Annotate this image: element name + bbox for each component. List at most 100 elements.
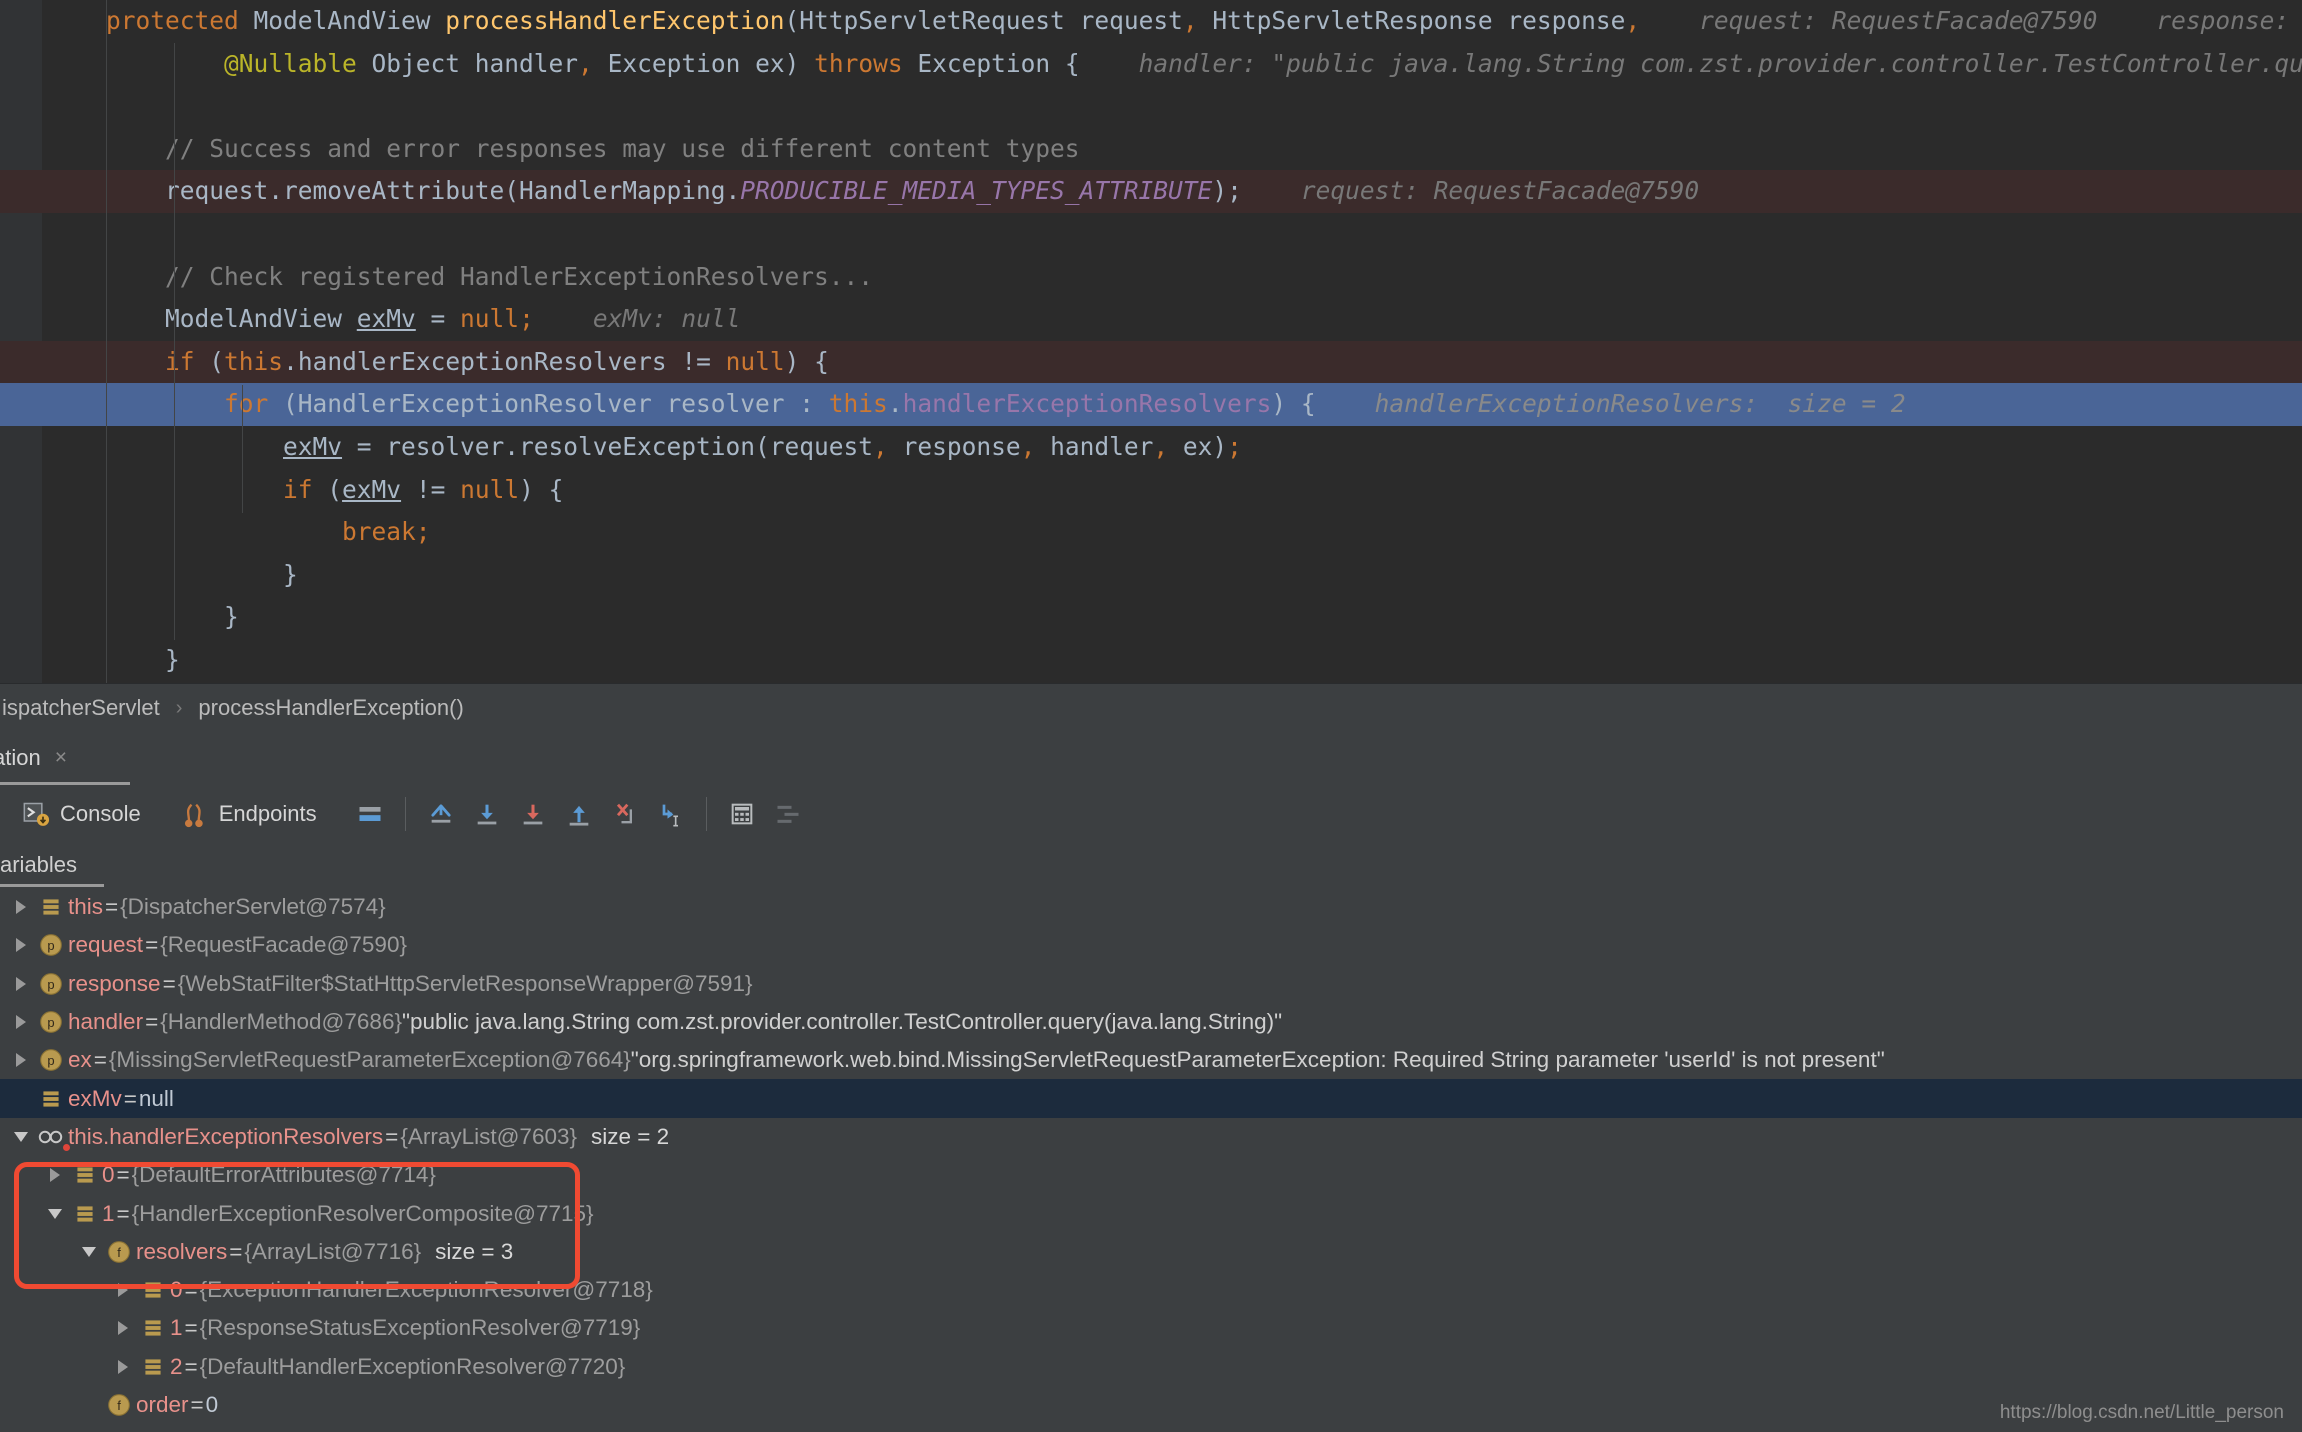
line-exmv-decl[interactable]: ModelAndView exMv = null; exMv: null: [0, 298, 2302, 341]
variable-value: {RequestFacade@7590}: [160, 932, 407, 958]
line-close-for[interactable]: }: [0, 596, 2302, 639]
expand-arrow-icon[interactable]: [8, 1041, 34, 1079]
expand-arrow-icon[interactable]: [110, 1271, 136, 1309]
variable-row[interactable]: fresolvers = {ArrayList@7716}size = 3: [0, 1233, 2302, 1271]
code-text: }: [0, 639, 180, 682]
variable-row[interactable]: phandler = {HandlerMethod@7686} "public …: [0, 1003, 2302, 1041]
svg-text:p: p: [47, 1053, 54, 1068]
watch-icon: [34, 1118, 68, 1156]
line-close-if-inner[interactable]: }: [0, 554, 2302, 597]
console-tab-button[interactable]: Console: [14, 785, 149, 843]
line-close-if-outer[interactable]: }: [0, 639, 2302, 682]
breadcrumb-item-class[interactable]: ispatcherServlet: [0, 695, 162, 721]
field-icon: f: [102, 1233, 136, 1271]
variable-name: 1: [170, 1315, 183, 1341]
debugger-toolbar[interactable]: Console Endpoints: [0, 785, 2302, 844]
variables-tree[interactable]: this = {DispatcherServlet@7574}prequest …: [0, 888, 2302, 1432]
code-lines[interactable]: protected ModelAndView processHandlerExc…: [0, 0, 2302, 683]
variable-name: this: [68, 894, 103, 920]
variable-row[interactable]: 1 = {HandlerExceptionResolverComposite@7…: [0, 1194, 2302, 1232]
variable-value: {HandlerMethod@7686}: [160, 1009, 402, 1035]
variable-row[interactable]: 1 = {ResponseStatusExceptionResolver@771…: [0, 1309, 2302, 1347]
expand-arrow-icon[interactable]: [8, 965, 34, 1003]
variable-value: {ArrayList@7603}: [400, 1124, 577, 1150]
breadcrumb[interactable]: ispatcherServlet › processHandlerExcepti…: [0, 683, 2302, 732]
variable-row[interactable]: presponse = {WebStatFilter$StatHttpServl…: [0, 965, 2302, 1003]
variable-row[interactable]: this.handlerExceptionResolvers = {ArrayL…: [0, 1118, 2302, 1156]
variable-row[interactable]: 0 = {ExceptionHandlerExceptionResolver@7…: [0, 1271, 2302, 1309]
step-over-icon: [473, 800, 501, 828]
collapse-arrow-icon[interactable]: [76, 1233, 102, 1271]
code-text: // Check registered HandlerExceptionReso…: [0, 256, 873, 299]
collapse-arrow-icon[interactable]: [42, 1195, 68, 1233]
expand-arrow-icon[interactable]: [42, 1156, 68, 1194]
force-step-into-button[interactable]: [602, 791, 648, 837]
line-blank-2[interactable]: [0, 213, 2302, 256]
line-comment-success[interactable]: // Success and error responses may use d…: [0, 128, 2302, 171]
step-into-button[interactable]: [510, 791, 556, 837]
code-text: request.removeAttribute(HandlerMapping.P…: [0, 170, 1699, 213]
variable-name: resolvers: [136, 1239, 227, 1265]
variable-row[interactable]: exMv = null: [0, 1079, 2302, 1117]
variable-name: handler: [68, 1009, 143, 1035]
array-element-icon: [34, 888, 68, 926]
variable-row[interactable]: pex = {MissingServletRequestParameterExc…: [0, 1041, 2302, 1079]
line-for-resolver[interactable]: for (HandlerExceptionResolver resolver :…: [0, 383, 2302, 426]
line-if-resolvers[interactable]: if (this.handlerExceptionResolvers != nu…: [0, 341, 2302, 384]
line-break[interactable]: break;: [0, 511, 2302, 554]
variable-row[interactable]: 0 = {DefaultErrorAttributes@7714}: [0, 1156, 2302, 1194]
equals-sign: =: [92, 1047, 109, 1073]
code-text: ModelAndView exMv = null; exMv: null: [0, 298, 740, 341]
variable-row[interactable]: prequest = {RequestFacade@7590}: [0, 926, 2302, 964]
endpoints-tab-button[interactable]: Endpoints: [173, 785, 325, 843]
variable-row[interactable]: 2 = {DefaultHandlerExceptionResolver@772…: [0, 1348, 2302, 1386]
variable-name: ex: [68, 1047, 92, 1073]
settings-button[interactable]: [765, 791, 811, 837]
code-text: for (HandlerExceptionResolver resolver :…: [0, 383, 1906, 426]
indent-guide: [242, 385, 243, 513]
line-if-exmv[interactable]: if (exMv != null) {: [0, 469, 2302, 512]
variable-row[interactable]: this = {DispatcherServlet@7574}: [0, 888, 2302, 926]
expand-arrow-icon[interactable]: [8, 926, 34, 964]
close-icon[interactable]: ×: [55, 747, 67, 768]
code-editor[interactable]: protected ModelAndView processHandlerExc…: [0, 0, 2302, 683]
line-exmv-assign[interactable]: exMv = resolver.resolveException(request…: [0, 426, 2302, 469]
step-out-button[interactable]: [556, 791, 602, 837]
inline-debug-hint: request: RequestFacade@7590 response: We…: [1640, 6, 2302, 35]
expand-arrow-icon[interactable]: [8, 1003, 34, 1041]
variables-panel-header[interactable]: ariables: [0, 843, 2302, 887]
variables-tab-underline: [0, 884, 104, 887]
expand-arrow-icon[interactable]: [110, 1309, 136, 1347]
inline-debug-hint: request: RequestFacade@7590: [1242, 176, 1699, 205]
step-out-icon: [565, 800, 593, 828]
variable-literal-value: 0: [206, 1392, 219, 1418]
line-blank-1[interactable]: [0, 85, 2302, 128]
run-config-tab-row[interactable]: plication ×: [0, 731, 2302, 786]
evaluate-expression-button[interactable]: [719, 791, 765, 837]
variable-row[interactable]: forder = 0: [0, 1386, 2302, 1424]
breadcrumb-item-method[interactable]: processHandlerException(): [196, 695, 465, 721]
run-to-cursor-button[interactable]: [648, 791, 694, 837]
variable-name: 0: [102, 1162, 115, 1188]
endpoints-label: Endpoints: [219, 801, 317, 827]
expand-arrow-icon[interactable]: [8, 888, 34, 926]
show-execution-point-button[interactable]: [418, 791, 464, 837]
line-signature-1[interactable]: protected ModelAndView processHandlerExc…: [0, 0, 2302, 43]
variable-name: exMv: [68, 1086, 122, 1112]
array-element-icon: [136, 1309, 170, 1347]
expand-arrow-icon[interactable]: [110, 1348, 136, 1386]
tab-application[interactable]: plication ×: [0, 731, 81, 784]
line-signature-2[interactable]: @Nullable Object handler, Exception ex) …: [0, 43, 2302, 86]
collapse-arrow-icon[interactable]: [8, 1118, 34, 1156]
field-icon: f: [102, 1386, 136, 1424]
equals-sign: =: [103, 894, 120, 920]
array-element-icon: [68, 1156, 102, 1194]
step-over-button[interactable]: [464, 791, 510, 837]
layout-settings-button[interactable]: [347, 791, 393, 837]
equals-sign: =: [115, 1162, 132, 1188]
param-icon: p: [34, 965, 68, 1003]
variable-name: this.handlerExceptionResolvers: [68, 1124, 383, 1150]
twisty-placeholder: [76, 1386, 102, 1424]
line-remove-attribute[interactable]: request.removeAttribute(HandlerMapping.P…: [0, 170, 2302, 213]
line-comment-check[interactable]: // Check registered HandlerExceptionReso…: [0, 256, 2302, 299]
